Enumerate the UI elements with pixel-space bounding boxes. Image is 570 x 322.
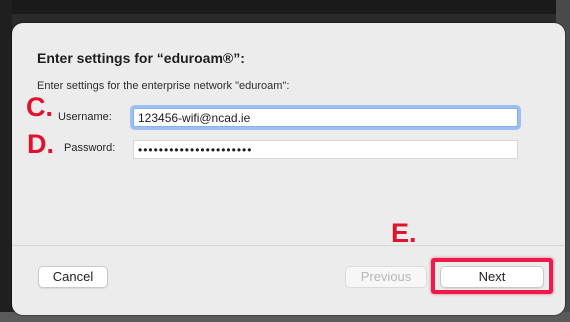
previous-button[interactable]: Previous [345, 266, 427, 288]
annotation-step-c: C. [26, 92, 53, 122]
cancel-button[interactable]: Cancel [38, 266, 108, 288]
backdrop-left [0, 0, 12, 322]
dialog-subtitle: Enter settings for the enterprise networ… [37, 80, 290, 92]
password-label: Password: [64, 142, 116, 154]
footer-divider [12, 245, 565, 246]
network-settings-dialog: Enter settings for “eduroam®”: Enter set… [12, 23, 565, 315]
next-button-highlight [431, 258, 553, 294]
dialog-title: Enter settings for “eduroam®”: [37, 50, 245, 66]
backdrop-top [0, 0, 570, 14]
username-label: Username: [58, 111, 112, 123]
password-field[interactable]: •••••••••••••••••••••• [133, 140, 518, 159]
annotation-step-e: E. [391, 218, 417, 248]
username-field[interactable]: 123456-wifi@ncad.ie [133, 108, 518, 127]
annotation-step-d: D. [27, 129, 54, 159]
